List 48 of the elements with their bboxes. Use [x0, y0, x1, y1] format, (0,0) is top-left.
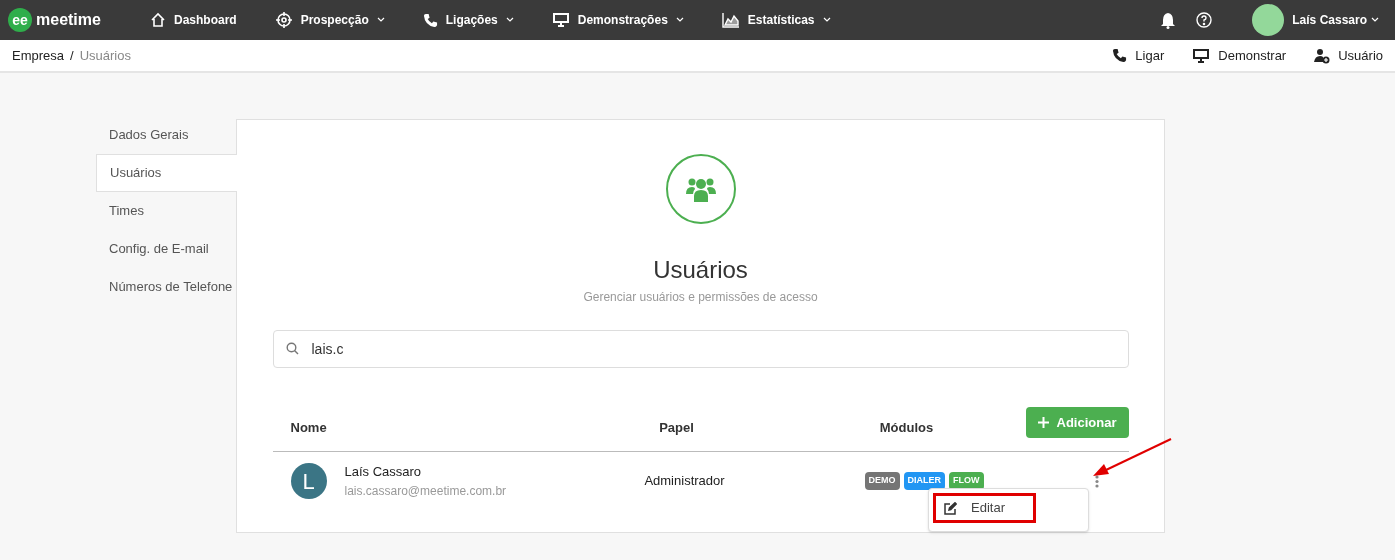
page-subtitle: Gerenciar usuários e permissões de acesso	[583, 289, 818, 306]
sidebar-tab[interactable]: Times	[96, 192, 236, 230]
nav-link[interactable]: Prospecção	[274, 11, 385, 29]
action-link[interactable]: Usuário	[1314, 45, 1383, 66]
menu-item[interactable]: Editar	[933, 493, 1036, 523]
bell-icon[interactable]	[1160, 11, 1177, 29]
page-title: Usuários	[653, 255, 748, 285]
breadcrumb-link[interactable]: Usuários	[79, 45, 131, 66]
search-icon	[285, 342, 299, 355]
help-icon[interactable]	[1196, 12, 1213, 28]
edit-icon	[944, 501, 957, 515]
user-menu[interactable]: Laís Cassaro	[1292, 11, 1379, 29]
role-text: Administrador	[643, 472, 726, 491]
phone-icon	[1112, 48, 1128, 63]
avatar: L	[290, 463, 327, 499]
module-tag: DIALER	[903, 472, 945, 490]
user-email: lais.cassaro@meetime.com.br	[344, 482, 508, 500]
home-icon	[150, 12, 166, 28]
plus-icon	[1037, 417, 1049, 428]
user-name: Laís Cassaro	[344, 463, 423, 482]
crosshair-icon	[274, 11, 293, 29]
sidebar-tab[interactable]: Config. de E-mail	[96, 230, 236, 268]
nav-link[interactable]: Demonstrações	[551, 11, 684, 29]
nav-link[interactable]: Ligações	[422, 11, 514, 29]
sidebar-tab[interactable]: Dados Gerais	[96, 116, 236, 154]
monitor-icon	[1192, 47, 1211, 64]
nav-link[interactable]: Estatísticas	[721, 11, 831, 29]
sidebar-tab[interactable]: Usuários	[96, 154, 237, 192]
user-add-icon	[1314, 47, 1331, 64]
breadcrumb-separator: /	[70, 46, 74, 65]
column-header: Papel	[658, 418, 695, 437]
action-link[interactable]: Demonstrar	[1192, 45, 1287, 66]
phone-icon	[422, 12, 438, 28]
logo-text: meetime	[36, 10, 101, 30]
sidebar-tab[interactable]: Números de Telefone	[96, 268, 236, 306]
module-tag: DEMO	[864, 472, 900, 490]
logo-mark: ee	[8, 8, 32, 32]
column-header: Módulos	[878, 418, 935, 437]
action-link[interactable]: Ligar	[1112, 45, 1165, 66]
monitor-icon	[551, 12, 570, 28]
search-field[interactable]: lais.c	[272, 330, 1129, 368]
users-icon	[685, 176, 716, 202]
chart-icon	[721, 12, 740, 28]
breadcrumb-link[interactable]: Empresa	[12, 45, 65, 66]
nav-link[interactable]: Dashboard	[150, 11, 237, 29]
avatar[interactable]	[1252, 4, 1285, 36]
column-header: Nome	[289, 418, 328, 437]
caret-icon	[1371, 17, 1379, 23]
